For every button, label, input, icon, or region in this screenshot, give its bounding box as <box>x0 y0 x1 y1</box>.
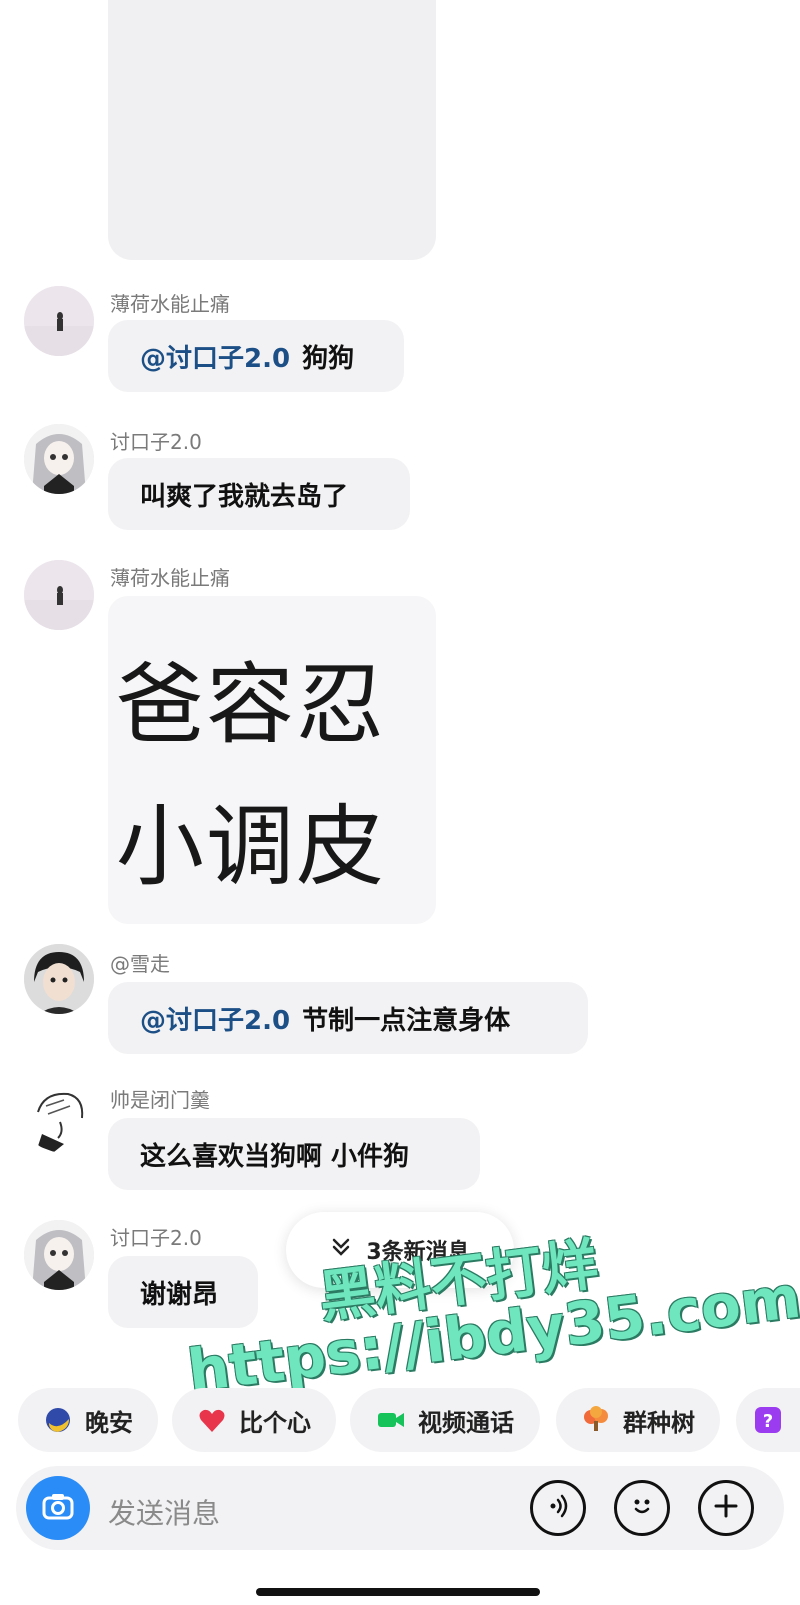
image-message-placeholder[interactable] <box>108 0 436 260</box>
sticker-image[interactable]: 爸容忍 小调皮 <box>108 596 436 924</box>
avatar[interactable] <box>24 1220 94 1290</box>
avatar[interactable] <box>24 944 94 1014</box>
mention-link[interactable]: @讨口子2.0 <box>140 1000 290 1037</box>
quick-actions-bar: 晚安 比个心 视频通话 群种树 ? <box>0 1388 800 1452</box>
camera-button[interactable] <box>26 1476 90 1540</box>
emoji-button[interactable] <box>614 1480 670 1536</box>
video-call-icon <box>376 1405 406 1435</box>
sender-name: 薄荷水能止痛 <box>110 566 230 590</box>
message-bubble[interactable]: 谢谢昂 <box>108 1256 258 1328</box>
sender-name: 讨口子2.0 <box>110 1226 202 1250</box>
camera-icon <box>41 1489 75 1527</box>
message-bubble[interactable]: @讨口子2.0 节制一点注意身体 <box>108 982 588 1054</box>
message-input-bar: 发送消息 <box>16 1466 784 1550</box>
quick-action-label: 比个心 <box>239 1408 311 1437</box>
svg-text:?: ? <box>763 1411 773 1432</box>
sender-name: 薄荷水能止痛 <box>110 292 230 316</box>
quick-action-more[interactable]: ? <box>736 1388 800 1452</box>
sticker-text-line: 爸容忍 <box>116 653 387 756</box>
avatar[interactable] <box>24 424 94 494</box>
sender-name: @雪走 <box>110 952 170 976</box>
quick-action-label: 群种树 <box>623 1408 695 1437</box>
question-icon: ? <box>753 1405 783 1435</box>
message-text: 这么喜欢当狗啊 小件狗 <box>140 1141 410 1172</box>
voice-icon <box>544 1492 572 1524</box>
quick-action-label: 晚安 <box>85 1408 133 1437</box>
plus-icon <box>712 1492 740 1524</box>
message-bubble[interactable]: @讨口子2.0 狗狗 <box>108 320 404 392</box>
quick-action-tree[interactable]: 群种树 <box>556 1388 720 1452</box>
quick-action-label: 视频通话 <box>418 1408 514 1437</box>
tree-icon <box>581 1405 611 1435</box>
heart-icon <box>197 1405 227 1435</box>
sticker-text-line: 小调皮 <box>116 795 387 898</box>
message-text: 谢谢昂 <box>140 1279 219 1310</box>
moon-icon <box>43 1405 73 1435</box>
message-bubble[interactable]: 这么喜欢当狗啊 小件狗 <box>108 1118 480 1190</box>
emoji-icon <box>628 1492 656 1524</box>
quick-action-video-call[interactable]: 视频通话 <box>350 1388 540 1452</box>
mention-link[interactable]: @讨口子2.0 <box>140 338 290 375</box>
voice-button[interactable] <box>530 1480 586 1536</box>
sender-name: 讨口子2.0 <box>110 430 202 454</box>
message-text: 狗狗 <box>302 343 355 374</box>
sender-name: 帅是闭门羹 <box>110 1088 210 1112</box>
avatar[interactable] <box>24 1082 94 1152</box>
quick-action-heart[interactable]: 比个心 <box>172 1388 336 1452</box>
home-indicator <box>256 1588 540 1596</box>
avatar[interactable] <box>24 560 94 630</box>
message-bubble[interactable]: 叫爽了我就去岛了 <box>108 458 410 530</box>
quick-action-goodnight[interactable]: 晚安 <box>18 1388 158 1452</box>
add-button[interactable] <box>698 1480 754 1536</box>
message-text: 节制一点注意身体 <box>302 1005 511 1036</box>
message-input[interactable]: 发送消息 <box>108 1492 220 1532</box>
avatar[interactable] <box>24 286 94 356</box>
message-text: 叫爽了我就去岛了 <box>140 481 349 512</box>
